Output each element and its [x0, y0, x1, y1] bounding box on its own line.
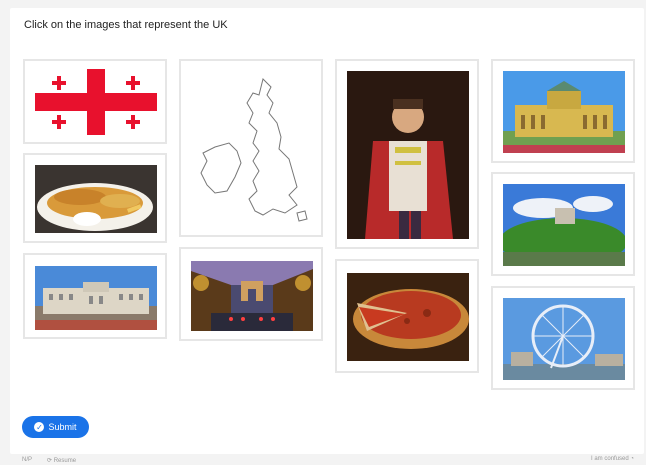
castle-image	[503, 184, 625, 266]
london-eye-image	[503, 298, 625, 380]
fish-and-chips-image	[35, 165, 157, 233]
confused-link[interactable]: I am confused ◔	[591, 456, 634, 462]
check-circle-icon: ✓	[34, 422, 45, 432]
opera-house-image	[503, 71, 625, 153]
image-card-royal-portrait[interactable]	[335, 59, 479, 249]
image-card-fish-and-chips[interactable]	[23, 153, 167, 243]
resume-link[interactable]: ⟳ Resume	[47, 457, 76, 464]
image-card-opera-house[interactable]	[491, 59, 635, 163]
deep-dish-pizza-image	[347, 273, 469, 361]
image-card-uk-map[interactable]	[179, 59, 323, 237]
confused-label: I am confused	[591, 456, 629, 462]
image-card-buckingham-palace[interactable]	[23, 253, 167, 339]
flag-image	[35, 69, 157, 135]
image-card-georgia-flag[interactable]	[23, 59, 167, 144]
submit-button[interactable]: ✓ Submit	[22, 416, 89, 438]
footer-bar: N/P ⟳ Resume I am confused ◔	[0, 455, 646, 465]
arc-de-triomphe-image	[191, 261, 313, 331]
resume-label: Resume	[53, 458, 77, 464]
palace-image	[35, 266, 157, 330]
portrait-image	[347, 71, 469, 239]
image-card-london-eye[interactable]	[491, 286, 635, 390]
uk-map-image	[193, 73, 313, 225]
footer-left-text: N/P	[22, 457, 33, 463]
submit-label: Submit	[48, 422, 77, 432]
image-card-castle-on-hill[interactable]	[491, 172, 635, 276]
image-card-arc-de-triomphe[interactable]	[179, 247, 323, 341]
image-card-deep-dish-pizza[interactable]	[335, 259, 479, 373]
instruction-text: Click on the images that represent the U…	[24, 19, 228, 31]
